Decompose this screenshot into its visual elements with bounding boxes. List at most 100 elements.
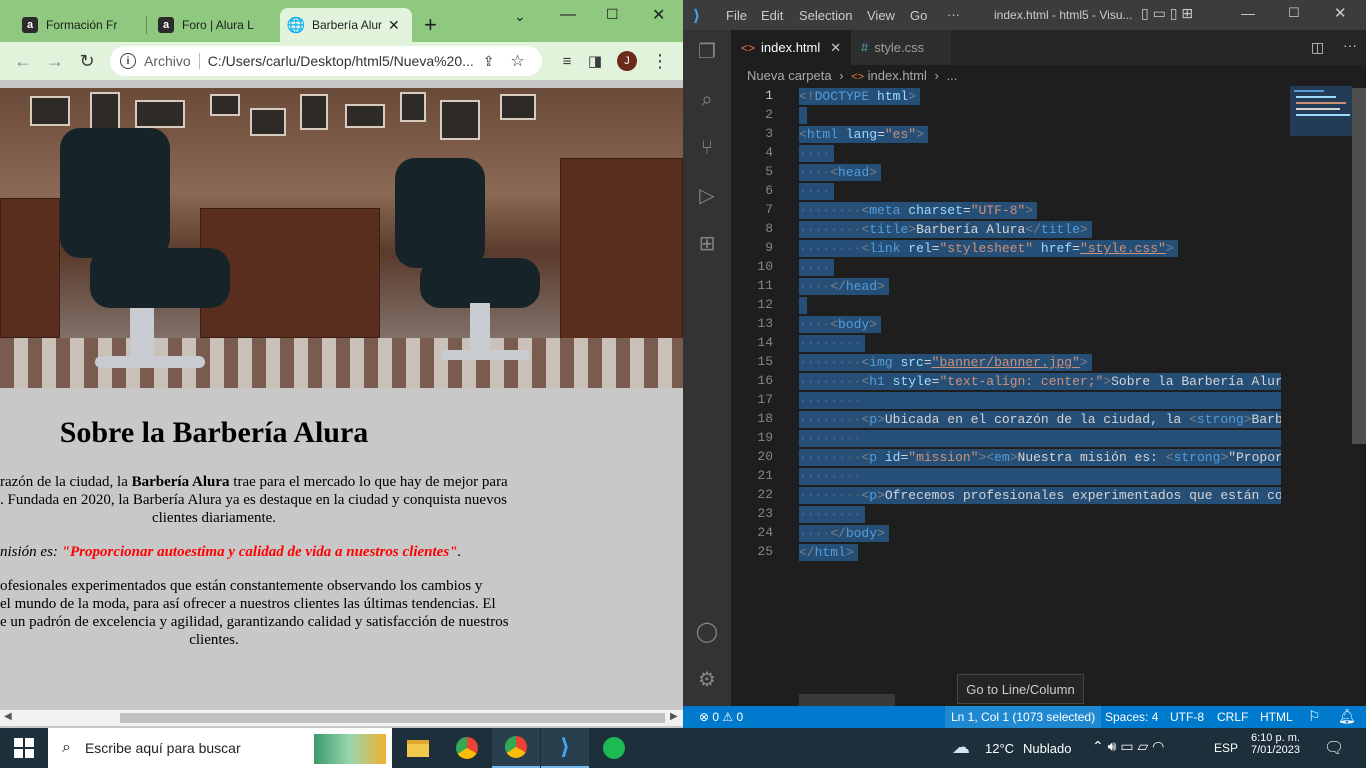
spotify-taskbar-icon[interactable] — [590, 728, 638, 768]
close-tab-icon[interactable]: ✕ — [388, 17, 400, 34]
maximize-button[interactable]: ☐ — [1288, 5, 1300, 21]
code-line[interactable]: ········ — [799, 430, 1281, 447]
settings-gear-icon[interactable]: ⚙ — [695, 668, 719, 692]
breadcrumb-symbol[interactable]: ... — [946, 68, 957, 83]
menu-view[interactable]: View — [867, 8, 895, 23]
code-line[interactable]: ···· — [799, 183, 835, 200]
code-line[interactable]: ········ — [799, 392, 1281, 409]
account-icon[interactable]: ◯ — [695, 620, 719, 644]
weather-condition[interactable]: Nublado — [1023, 741, 1071, 756]
code-line[interactable]: ········<title>Barbería Alura</title> — [799, 221, 1092, 238]
minimize-button[interactable]: — — [560, 6, 576, 24]
new-tab-button[interactable]: + — [424, 12, 437, 38]
info-icon[interactable]: i — [120, 53, 136, 69]
code-line[interactable]: ········<meta charset="UTF-8"> — [799, 202, 1038, 219]
code-line[interactable] — [799, 107, 807, 124]
notification-center-icon[interactable]: 🗨︎ — [1324, 738, 1344, 758]
chrome-taskbar-icon[interactable] — [443, 728, 491, 768]
tray-icons[interactable]: ⌃ 🔊︎ ▭ ▱ ◠ — [1092, 738, 1164, 755]
code-line[interactable]: ········ — [799, 506, 866, 523]
taskbar-search[interactable]: ⌕ Escribe aquí para buscar — [48, 728, 392, 768]
tab-index-html[interactable]: <> index.html ✕ — [731, 30, 851, 65]
split-editor-icon[interactable]: ◫ — [1311, 39, 1324, 56]
address-bar[interactable]: i Archivo C:/Users/carlu/Desktop/html5/N… — [110, 46, 542, 76]
media-playlist-icon[interactable]: ≡ — [556, 50, 578, 72]
profile-avatar[interactable]: J — [616, 50, 638, 72]
close-tab-icon[interactable]: ✕ — [830, 40, 841, 56]
weather-cloud-icon[interactable]: ☁ — [952, 737, 970, 758]
cursor-position[interactable]: Ln 1, Col 1 (1073 selected) — [945, 706, 1102, 728]
menu-go[interactable]: Go — [910, 8, 927, 23]
code-line[interactable]: ········ — [799, 468, 1281, 485]
encoding[interactable]: UTF-8 — [1170, 710, 1204, 724]
problems-indicator[interactable]: ⊗ 0 ⚠ 0 — [699, 710, 743, 724]
code-line[interactable]: ····<body> — [799, 316, 882, 333]
close-window-button[interactable]: ✕ — [652, 5, 665, 25]
side-panel-icon[interactable]: ◨ — [584, 50, 606, 72]
explorer-files-icon[interactable]: ❐ — [695, 40, 719, 64]
tab-style-css[interactable]: # style.css — [851, 30, 951, 65]
menu-more[interactable]: ··· — [947, 7, 960, 22]
code-line[interactable]: ····<head> — [799, 164, 882, 181]
code-line[interactable]: ····</head> — [799, 278, 889, 295]
layout-toggle-icons[interactable]: ▯ ▭ ▯ ⊞ — [1141, 5, 1193, 22]
code-line[interactable]: ········<p>Ofrecemos profesionales exper… — [799, 487, 1281, 504]
source-control-icon[interactable]: ⑂ — [695, 136, 719, 160]
breadcrumb-folder[interactable]: Nueva carpeta — [747, 68, 832, 83]
run-debug-icon[interactable]: ▷ — [695, 184, 719, 208]
scrollbar-thumb[interactable] — [120, 713, 665, 723]
scroll-left-icon[interactable]: ◀ — [4, 711, 12, 722]
back-arrow-icon[interactable]: ← — [12, 50, 34, 72]
code-line[interactable] — [799, 297, 807, 314]
search-icon[interactable]: ⌕ — [695, 88, 719, 112]
chrome-profile-taskbar-icon[interactable] — [492, 728, 540, 768]
code-line[interactable]: ········<h1 style="text-align: center;">… — [799, 373, 1281, 390]
vscode-taskbar-icon[interactable]: ⟩ — [541, 728, 589, 768]
menu-file[interactable]: File — [726, 8, 747, 23]
minimize-button[interactable]: — — [1241, 5, 1255, 21]
extensions-icon[interactable]: ⊞ — [695, 232, 719, 256]
code-line[interactable]: ········<p>Ubicada en el corazón de la c… — [799, 411, 1281, 428]
code-line[interactable]: ········ — [799, 335, 866, 352]
minimap[interactable] — [1288, 86, 1352, 706]
close-window-button[interactable]: ✕ — [1334, 4, 1347, 22]
code-line[interactable]: <!DOCTYPE html> — [799, 88, 921, 105]
file-explorer-taskbar-icon[interactable] — [394, 728, 442, 768]
breadcrumb-file[interactable]: index.html — [868, 68, 927, 83]
share-icon[interactable]: ⇪ — [483, 53, 495, 70]
editor-horizontal-scrollbar[interactable] — [799, 694, 895, 706]
language-mode[interactable]: HTML — [1260, 710, 1293, 724]
code-line[interactable]: ···· — [799, 259, 835, 276]
feedback-icon[interactable]: ⚐ — [1308, 708, 1321, 725]
weather-temperature[interactable]: 12°C — [985, 741, 1014, 756]
clock[interactable]: 6:10 p. m. 7/01/2023 — [1251, 732, 1300, 756]
more-actions-icon[interactable]: ··· — [1343, 37, 1357, 53]
kebab-menu-icon[interactable]: ⋮ — [649, 50, 671, 72]
code-line[interactable]: ········<p id="mission"><em>Nuestra misi… — [799, 449, 1281, 466]
menu-edit[interactable]: Edit — [761, 8, 783, 23]
bookmark-star-icon[interactable]: ☆ — [510, 51, 524, 71]
notifications-bell-icon[interactable]: 🔔︎ — [1338, 708, 1356, 725]
maximize-button[interactable]: ☐ — [606, 6, 619, 23]
windows-start-icon[interactable] — [14, 738, 34, 758]
menu-selection[interactable]: Selection — [799, 8, 852, 23]
line-number: 20 — [757, 449, 773, 464]
code-line[interactable]: ····</body> — [799, 525, 889, 542]
tab-foro[interactable]: a Foro | Alura L — [150, 8, 280, 42]
tab-formacion[interactable]: a Formación Fr — [14, 8, 144, 42]
reload-icon[interactable]: ↻ — [76, 50, 98, 72]
code-line[interactable]: ···· — [799, 145, 835, 162]
scroll-right-icon[interactable]: ▶ — [670, 711, 678, 722]
tab-search-chevron-icon[interactable]: ⌄ — [514, 8, 526, 25]
tab-barberia-active[interactable]: 🌐 Barbería Alur ✕ — [280, 8, 412, 42]
indentation-spaces[interactable]: Spaces: 4 — [1105, 710, 1158, 724]
line-ending[interactable]: CRLF — [1217, 710, 1248, 724]
code-line[interactable]: </html> — [799, 544, 858, 561]
input-language[interactable]: ESP — [1214, 741, 1238, 755]
code-editor[interactable]: 1 2 3 4 5 6 7 8 9 10 11 12 13 14 15 16 17 18 19 20 21 22 23 24 2… — [731, 86, 1281, 696]
code-line[interactable]: ········<img src="banner/banner.jpg"> — [799, 354, 1092, 371]
editor-vertical-scrollbar[interactable] — [1352, 88, 1366, 444]
code-line[interactable]: ········<link rel="stylesheet" href="sty… — [799, 240, 1178, 257]
forward-arrow-icon[interactable]: → — [44, 50, 66, 72]
code-line[interactable]: <html lang="es"> — [799, 126, 928, 143]
